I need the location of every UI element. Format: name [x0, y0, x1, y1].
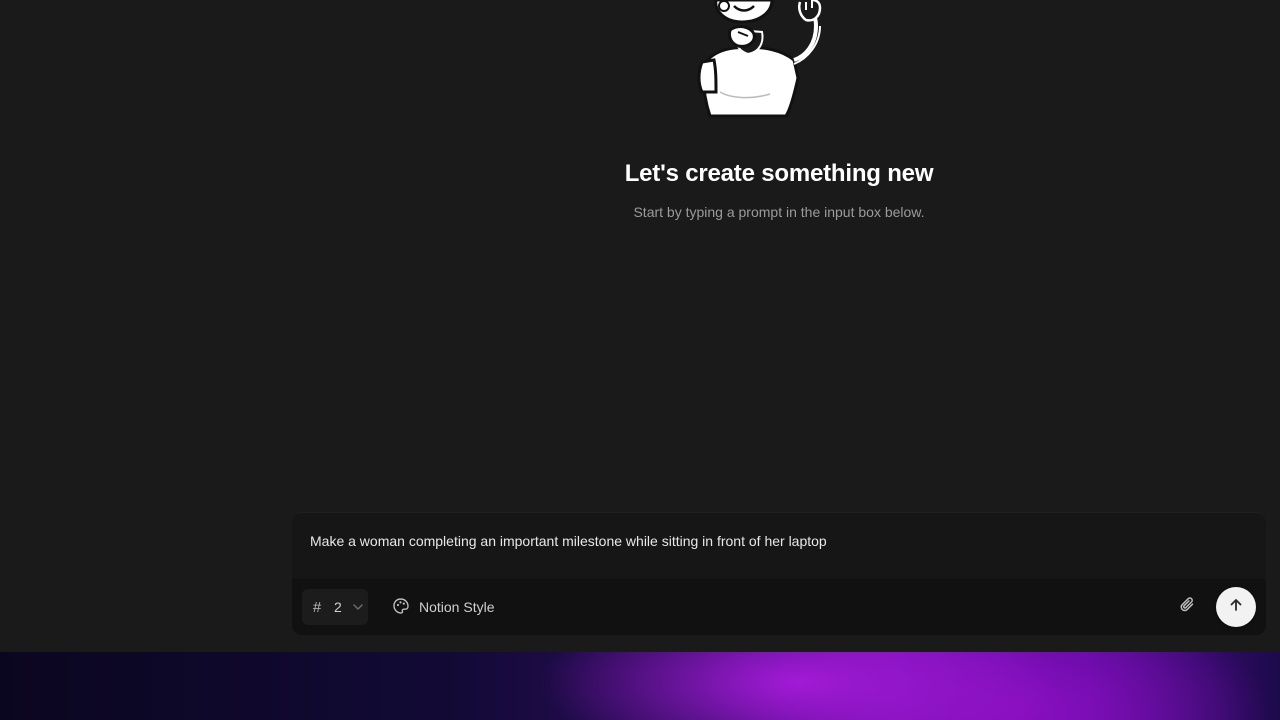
image-count-select[interactable]: # 2 — [302, 589, 368, 625]
page-title: Let's create something new — [624, 160, 934, 187]
app-window: Let's create something new Start by typi… — [0, 0, 1280, 652]
hash-icon: # — [312, 598, 322, 616]
desktop-wallpaper — [0, 652, 1280, 720]
send-button[interactable] — [1216, 587, 1256, 627]
palette-icon — [392, 597, 410, 618]
arrow-up-icon — [1228, 597, 1244, 618]
prompt-composer: Make a woman completing an important mil… — [292, 512, 1266, 635]
page-subtitle: Start by typing a prompt in the input bo… — [633, 204, 925, 220]
attach-button[interactable] — [1176, 595, 1200, 619]
style-selector-button[interactable]: Notion Style — [392, 589, 494, 625]
prompt-input[interactable]: Make a woman completing an important mil… — [310, 533, 827, 549]
style-label: Notion Style — [419, 599, 495, 615]
chevron-down-icon — [352, 601, 364, 613]
paperclip-icon — [1179, 596, 1197, 619]
thinking-person-illustration — [697, 0, 822, 118]
image-count-value: 2 — [334, 599, 342, 615]
composer-toolbar: # 2 Notion Style — [292, 579, 1266, 635]
